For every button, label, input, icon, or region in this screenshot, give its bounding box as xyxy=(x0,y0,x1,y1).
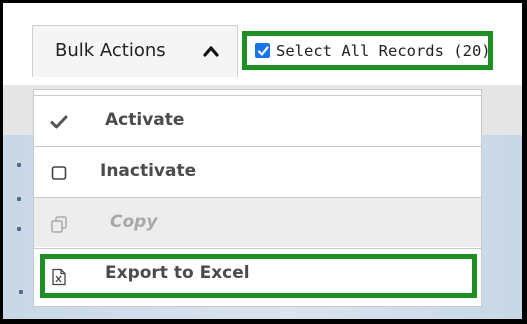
menu-item-label: Copy xyxy=(110,212,158,232)
checkbox-empty-icon xyxy=(51,166,67,180)
menu-item-label: Export to Excel xyxy=(105,263,250,283)
checkmark-icon xyxy=(50,115,68,129)
menu-item-inactivate[interactable]: Inactivate xyxy=(34,146,481,196)
background-detail xyxy=(17,227,21,231)
select-all-records-checkbox[interactable]: Select All Records (20) xyxy=(242,31,493,70)
menu-item-activate[interactable]: Activate xyxy=(34,95,481,145)
menu-item-label: Activate xyxy=(105,110,185,130)
excel-file-icon xyxy=(52,268,66,286)
background-detail xyxy=(17,197,21,201)
copy-icon xyxy=(51,216,67,233)
chevron-up-icon xyxy=(203,46,219,57)
background-detail xyxy=(17,163,21,167)
screenshot-frame: Bulk Actions Select All Records (20) Act… xyxy=(3,3,522,319)
bulk-actions-label: Bulk Actions xyxy=(55,40,166,61)
bulk-actions-button[interactable]: Bulk Actions xyxy=(32,25,238,77)
checkbox-checked-icon[interactable] xyxy=(255,43,270,58)
background-detail xyxy=(19,290,23,294)
bulk-actions-menu: Activate Inactivate Copy Export to Excel xyxy=(33,89,482,307)
menu-item-export-to-excel[interactable]: Export to Excel xyxy=(34,248,481,306)
menu-item-label: Inactivate xyxy=(100,161,197,181)
select-all-records-label: Select All Records (20) xyxy=(276,41,491,60)
menu-item-copy[interactable]: Copy xyxy=(34,197,481,247)
